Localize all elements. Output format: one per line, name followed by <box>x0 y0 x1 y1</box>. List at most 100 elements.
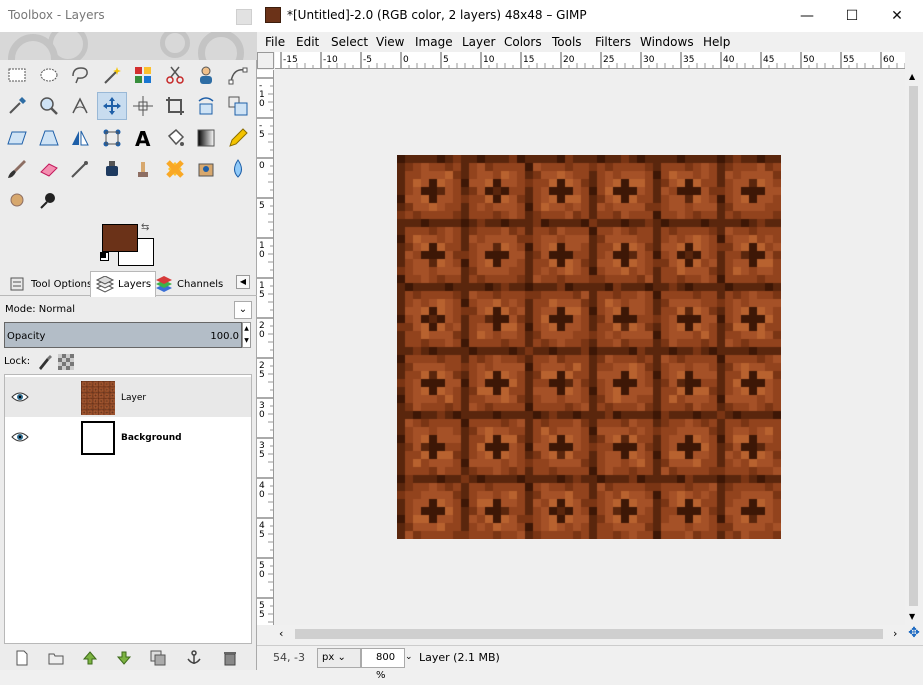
lock-pixels-icon[interactable] <box>36 354 52 370</box>
tool-options-icon <box>10 277 24 291</box>
lock-row: Lock: <box>4 352 244 372</box>
menu-layer[interactable]: Layer <box>462 35 495 49</box>
opacity-slider[interactable]: Opacity 100.0 <box>4 322 242 348</box>
raise-layer-icon[interactable] <box>82 650 98 666</box>
zoom-icon[interactable] <box>34 92 64 120</box>
menu-filters[interactable]: Filters <box>595 35 631 49</box>
tab-channels[interactable]: Channels <box>150 271 227 297</box>
smudge-icon[interactable] <box>2 186 32 214</box>
layer-name[interactable]: Layer <box>121 393 146 403</box>
layer-row[interactable]: Layer <box>5 377 251 417</box>
ruler-corner[interactable] <box>257 52 274 69</box>
eraser-icon[interactable] <box>34 155 64 183</box>
image-canvas[interactable] <box>397 155 781 539</box>
mode-selector[interactable]: Mode: Normal ⌄ <box>2 300 252 320</box>
shear-icon[interactable] <box>2 124 32 152</box>
toolbox-close-button[interactable] <box>236 9 252 25</box>
ink-icon[interactable] <box>97 155 127 183</box>
menu-help[interactable]: Help <box>703 35 730 49</box>
select-by-color-icon[interactable] <box>128 61 158 89</box>
zoom-field[interactable]: 800 % <box>361 648 405 681</box>
flip-icon[interactable] <box>65 124 95 152</box>
opacity-label: Opacity <box>7 331 46 342</box>
opacity-spinner[interactable]: ▲ ▼ <box>242 322 251 348</box>
crop-icon[interactable] <box>160 92 190 120</box>
foreground-select-icon[interactable] <box>191 61 221 89</box>
blur-icon[interactable] <box>223 155 253 183</box>
menu-edit[interactable]: Edit <box>296 35 319 49</box>
paintbrush-icon[interactable] <box>2 155 32 183</box>
tab-layers[interactable]: Layers <box>90 271 157 297</box>
minimize-button[interactable]: — <box>785 4 829 28</box>
rotate-icon[interactable] <box>191 92 221 120</box>
move-icon[interactable] <box>96 92 127 121</box>
horizontal-scroll-thumb[interactable] <box>295 629 883 639</box>
chevron-down-icon[interactable]: ▼ <box>909 612 915 621</box>
maximize-button[interactable]: ☐ <box>830 4 874 28</box>
cage-icon[interactable] <box>97 124 127 152</box>
chevron-up-icon[interactable]: ▲ <box>909 72 915 81</box>
text-icon[interactable]: A <box>128 124 158 152</box>
chevron-down-icon[interactable]: ⌄ <box>405 648 417 668</box>
perspective-clone-icon[interactable] <box>191 155 221 183</box>
lasso-icon[interactable] <box>65 61 95 89</box>
chevron-left-icon[interactable]: ‹ <box>279 627 283 640</box>
vertical-scrollbar[interactable]: ▲ ▼ <box>905 70 923 625</box>
reset-colors-icon[interactable] <box>100 252 109 261</box>
ruler-tick-label: 0 <box>259 570 265 580</box>
pencil-icon[interactable] <box>223 124 253 152</box>
chevron-down-icon[interactable]: ⌄ <box>234 301 252 319</box>
color-picker-icon[interactable] <box>2 92 32 120</box>
menu-windows[interactable]: Windows <box>640 35 694 49</box>
ruler-tick-label: 15 <box>523 55 534 65</box>
menu-colors[interactable]: Colors <box>504 35 542 49</box>
duplicate-layer-icon[interactable] <box>150 650 166 666</box>
layer-row[interactable]: Background <box>5 417 251 457</box>
zoom-value: 800 % <box>376 652 396 681</box>
layer-group-icon[interactable] <box>48 650 64 666</box>
menu-select[interactable]: Select <box>331 35 368 49</box>
scissors-icon[interactable] <box>160 61 190 89</box>
menu-image[interactable]: Image <box>415 35 453 49</box>
heal-icon[interactable] <box>160 155 190 183</box>
layer-name[interactable]: Background <box>121 433 182 443</box>
eye-icon[interactable] <box>11 390 29 404</box>
new-layer-icon[interactable] <box>14 650 30 666</box>
foreground-color-swatch[interactable] <box>102 224 138 252</box>
scale-icon[interactable] <box>223 92 253 120</box>
menu-tools[interactable]: Tools <box>552 35 582 49</box>
perspective-icon[interactable] <box>34 124 64 152</box>
menu-file[interactable]: File <box>265 35 285 49</box>
bucket-fill-icon[interactable] <box>160 124 190 152</box>
horizontal-scrollbar[interactable]: ‹ › <box>275 625 905 643</box>
dodge-burn-icon[interactable] <box>34 186 64 214</box>
vertical-scroll-thumb[interactable] <box>909 86 918 606</box>
anchor-layer-icon[interactable] <box>186 650 202 666</box>
ellipse-select-icon[interactable] <box>34 61 64 89</box>
fuzzy-select-icon[interactable] <box>97 61 127 89</box>
delete-layer-icon[interactable] <box>222 650 238 666</box>
clone-icon[interactable] <box>128 155 158 183</box>
close-button[interactable]: ✕ <box>875 4 919 28</box>
navigate-icon[interactable]: ✥ <box>905 625 923 643</box>
measure-icon[interactable] <box>65 92 95 120</box>
tab-tool-options[interactable]: Tool Options <box>4 271 96 297</box>
tab-menu-button[interactable]: ◀ <box>236 275 250 289</box>
align-icon[interactable] <box>128 92 158 120</box>
lock-alpha-icon[interactable] <box>58 354 74 370</box>
swap-colors-icon[interactable]: ⇆ <box>141 222 149 233</box>
ruler-tick-label: 45 <box>763 55 774 65</box>
airbrush-icon[interactable] <box>65 155 95 183</box>
canvas-area[interactable] <box>275 70 905 625</box>
lower-layer-icon[interactable] <box>116 650 132 666</box>
menu-bar: File Edit Select View Image Layer Colors… <box>257 32 923 52</box>
eye-icon[interactable] <box>11 430 29 444</box>
menu-view[interactable]: View <box>376 35 404 49</box>
chevron-right-icon[interactable]: › <box>893 627 897 640</box>
paths-icon[interactable] <box>223 61 253 89</box>
tab-label: Layers <box>118 279 152 290</box>
unit-selector[interactable]: px ⌄ <box>317 648 361 668</box>
rect-select-icon[interactable] <box>2 61 32 89</box>
ruler-tick-label: 5 <box>259 130 265 140</box>
blend-icon[interactable] <box>191 124 221 152</box>
